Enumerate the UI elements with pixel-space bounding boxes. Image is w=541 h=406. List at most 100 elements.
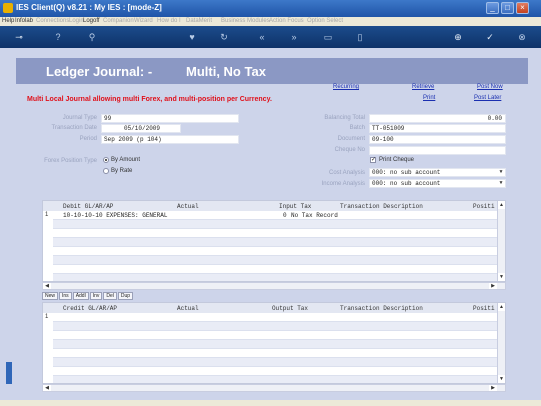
menu-datamerit[interactable]: DataMerit [186, 18, 212, 24]
debit-vertical-scrollbar[interactable]: ▲ ▼ [497, 201, 505, 281]
column-header: Credit GL/AR/AP [63, 305, 118, 312]
tax-cell[interactable]: 0 [283, 212, 287, 219]
menu-login[interactable]: Login [69, 18, 84, 24]
post-later-link[interactable]: Post Later [474, 95, 501, 101]
scroll-down-icon[interactable]: ▼ [498, 375, 505, 383]
document-icon[interactable]: ▯ [354, 31, 366, 43]
menu-option-select[interactable]: Option Select [307, 18, 343, 24]
scroll-down-icon[interactable]: ▼ [498, 273, 505, 281]
description-cell[interactable]: No Tax Record [291, 212, 338, 219]
table-row[interactable] [53, 265, 499, 274]
menu-wizard[interactable]: Wizard [134, 18, 153, 24]
scroll-right-icon[interactable]: ▶ [489, 385, 497, 391]
table-row[interactable] [53, 220, 499, 229]
menu-business-modules[interactable]: Business Modules [221, 18, 270, 24]
tab-del[interactable]: Del [103, 292, 117, 300]
journal-type-field[interactable]: 99 [101, 114, 239, 123]
add-icon[interactable]: ⊕ [452, 31, 464, 43]
period-field[interactable]: Sep 2009 (p 104) [101, 135, 239, 144]
print-cheque-checkbox[interactable]: ✓ [370, 157, 376, 163]
heart-icon[interactable]: ♥ [186, 31, 198, 43]
debit-grid-header: Debit GL/AR/AP Actual Input Tax Transact… [43, 201, 505, 211]
close-button[interactable]: × [516, 2, 529, 14]
column-header: Output Tax [272, 305, 309, 312]
scroll-up-icon[interactable]: ▲ [498, 201, 505, 209]
tab-addl[interactable]: Addl [72, 292, 89, 300]
menu-action-focus[interactable]: Action Focus [269, 18, 304, 24]
retrieve-link[interactable]: Retrieve [412, 84, 434, 90]
scroll-right-icon[interactable]: ▶ [489, 283, 497, 289]
tab-ins[interactable]: Ins [59, 292, 72, 300]
refresh-icon[interactable]: ↻ [218, 31, 230, 43]
maximize-button[interactable]: □ [501, 2, 514, 14]
recurring-link[interactable]: Recurring [333, 84, 359, 90]
menu-logoff[interactable]: Logoff [83, 18, 100, 24]
cheque-no-field[interactable] [369, 146, 506, 155]
credit-horizontal-scrollbar[interactable]: ◀ ▶ [42, 384, 506, 392]
balancing-total-label: Balancing Total [324, 115, 365, 121]
scroll-left-icon[interactable]: ◀ [43, 385, 51, 391]
toolbar: ⊸ ? ⚲ ♥ ↻ « » ▭ ▯ ⊕ ✓ ⊗ [0, 26, 541, 48]
row-number: 1 [45, 314, 49, 320]
menu-infolab[interactable]: Infolab [15, 18, 33, 24]
scroll-left-icon[interactable]: ◀ [43, 283, 51, 289]
table-row[interactable] [53, 322, 499, 331]
income-analysis-value: 000: no sub account [372, 180, 441, 187]
table-row[interactable] [53, 358, 499, 367]
fast-forward-icon[interactable]: » [288, 31, 300, 43]
debit-grid: Debit GL/AR/AP Actual Input Tax Transact… [42, 200, 506, 282]
document-field[interactable]: 09-100 [369, 135, 506, 144]
forex-position-label: Forex Position Type [44, 158, 97, 164]
table-row[interactable]: 10-10-10-10 EXPENSES: GENERAL 0 No Tax R… [53, 211, 499, 220]
chevron-down-icon[interactable]: ▼ [497, 180, 505, 187]
tab-dup[interactable]: Dup [117, 292, 134, 300]
key-icon[interactable]: ⊸ [8, 31, 30, 43]
column-header: Input Tax [279, 203, 312, 210]
cost-analysis-select[interactable]: 000: no sub account ▼ [369, 168, 506, 177]
menu-connections[interactable]: Connections [36, 18, 69, 24]
credit-vertical-scrollbar[interactable]: ▲ ▼ [497, 303, 505, 383]
print-link[interactable]: Print [423, 95, 435, 101]
table-row[interactable] [53, 256, 499, 265]
account-cell[interactable]: 10-10-10-10 EXPENSES: GENERAL [63, 212, 167, 219]
app-icon [3, 3, 13, 13]
transaction-date-label: Transaction Date [51, 125, 97, 131]
by-rate-radio[interactable] [103, 168, 109, 174]
batch-field[interactable]: TT-051009 [369, 124, 506, 133]
tab-inv[interactable]: Inv [89, 292, 103, 300]
side-panel-tab[interactable] [6, 362, 12, 384]
rewind-icon[interactable]: « [256, 31, 268, 43]
table-row[interactable] [53, 238, 499, 247]
tab-new[interactable]: New [42, 292, 59, 300]
check-icon[interactable]: ✓ [484, 31, 496, 43]
menu-companion[interactable]: Companion [103, 18, 134, 24]
search-icon[interactable]: ⚲ [86, 31, 98, 43]
minimize-button[interactable]: _ [486, 2, 499, 14]
table-row[interactable] [53, 367, 499, 376]
column-header: Positi [473, 203, 495, 210]
table-row[interactable] [53, 247, 499, 256]
chevron-down-icon[interactable]: ▼ [497, 169, 505, 176]
table-row[interactable] [53, 274, 499, 281]
income-analysis-select[interactable]: 000: no sub account ▼ [369, 179, 506, 188]
post-now-link[interactable]: Post Now [477, 84, 503, 90]
table-row[interactable] [53, 349, 499, 358]
menu-how-do-i[interactable]: How do I [157, 18, 181, 24]
close-icon[interactable]: ⊗ [516, 31, 528, 43]
table-row[interactable] [53, 331, 499, 340]
table-row[interactable] [53, 229, 499, 238]
table-row[interactable] [53, 340, 499, 349]
table-row[interactable] [53, 376, 499, 383]
by-amount-radio[interactable] [103, 157, 109, 163]
table-row[interactable] [53, 313, 499, 322]
menu-help[interactable]: Help [2, 18, 14, 24]
scroll-up-icon[interactable]: ▲ [498, 303, 505, 311]
column-header: Transaction Description [340, 203, 423, 210]
clipboard-icon[interactable]: ▭ [322, 31, 334, 43]
debit-horizontal-scrollbar[interactable]: ◀ ▶ [42, 282, 506, 290]
help-icon[interactable]: ? [52, 31, 64, 43]
transaction-date-field[interactable]: 05/10/2009 [101, 124, 181, 133]
row-number: 1 [45, 212, 49, 218]
print-cheque-label: Print Cheque [379, 157, 415, 163]
balancing-total-field: 0.00 [369, 114, 506, 123]
